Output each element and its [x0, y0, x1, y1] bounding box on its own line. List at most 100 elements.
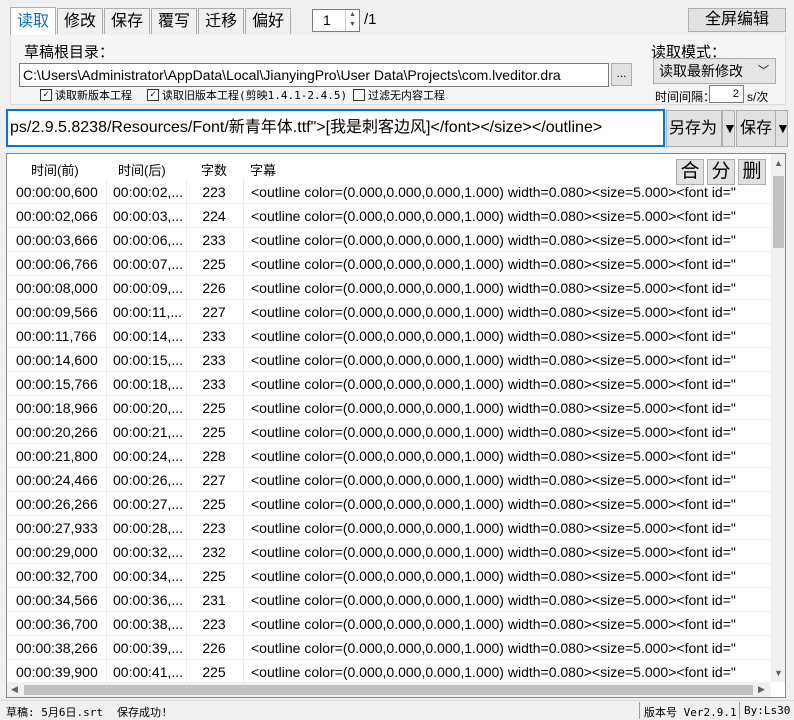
scroll-left-icon[interactable]: ◀: [11, 684, 18, 695]
save-dropdown-icon[interactable]: ▼: [775, 110, 790, 147]
cell-start-time: 00:00:29,000: [16, 544, 98, 560]
tab-read[interactable]: 读取: [10, 7, 57, 35]
delete-button[interactable]: 删: [738, 159, 766, 185]
cell-subtitle: <outline color=(0.000,0.000,0.000,1.000)…: [251, 472, 736, 488]
table-row[interactable]: 00:00:08,000 00:00:09,... 226 <outline colo…: [7, 276, 771, 300]
column-header-start[interactable]: 时间(前): [31, 160, 79, 179]
page-stepper[interactable]: 1 ▲ ▼: [312, 9, 360, 32]
status-version: 版本号 Ver2.9.1: [644, 706, 737, 719]
table-header: 时间(前) 时间(后) 字数 字幕: [7, 154, 771, 180]
cell-end-time: 00:00:24,...: [113, 448, 184, 464]
table-row[interactable]: 00:00:32,700 00:00:34,... 225 <outline colo…: [7, 564, 771, 588]
spin-down-icon[interactable]: ▼: [346, 20, 359, 30]
cell-char-count: 233: [202, 328, 226, 344]
checkbox-filter-empty-label: 过滤无内容工程: [368, 89, 445, 102]
cell-end-time: 00:00:26,...: [113, 472, 184, 488]
tab-overwrite[interactable]: 覆写: [151, 8, 198, 34]
cell-char-count: 233: [202, 352, 226, 368]
cell-subtitle: <outline color=(0.000,0.000,0.000,1.000)…: [251, 640, 736, 656]
cell-char-count: 227: [202, 472, 226, 488]
table-row[interactable]: 00:00:27,933 00:00:28,... 223 <outline colo…: [7, 516, 771, 540]
cell-end-time: 00:00:07,...: [113, 256, 184, 272]
checkbox-read-old[interactable]: ✓ 读取旧版本工程(剪映1.4.1-2.4.5): [147, 87, 347, 103]
table-row[interactable]: 00:00:39,900 00:00:41,... 225 <outline colo…: [7, 660, 771, 684]
spin-up-icon[interactable]: ▲: [346, 10, 359, 20]
cell-start-time: 00:00:32,700: [16, 568, 98, 584]
scroll-down-icon[interactable]: ▼: [774, 668, 783, 678]
table-row[interactable]: 00:00:03,666 00:00:06,... 233 <outline colo…: [7, 228, 771, 252]
checkbox-unchecked-icon: [353, 89, 365, 101]
cell-subtitle: <outline color=(0.000,0.000,0.000,1.000)…: [251, 424, 736, 440]
fullscreen-edit-button[interactable]: 全屏编辑: [688, 8, 786, 32]
cell-subtitle: <outline color=(0.000,0.000,0.000,1.000)…: [251, 496, 736, 512]
draft-root-path-input[interactable]: C:\Users\Administrator\AppData\Local\Jia…: [19, 63, 609, 87]
save-as-dropdown-icon[interactable]: ▼: [722, 110, 737, 147]
interval-input[interactable]: 2: [709, 85, 744, 103]
column-header-end[interactable]: 时间(后): [118, 160, 166, 179]
table-row[interactable]: 00:00:36,700 00:00:38,... 223 <outline colo…: [7, 612, 771, 636]
save-as-button[interactable]: 另存为: [666, 110, 722, 147]
cell-end-time: 00:00:20,...: [113, 400, 184, 416]
cell-end-time: 00:00:27,...: [113, 496, 184, 512]
cell-subtitle: <outline color=(0.000,0.000,0.000,1.000)…: [251, 232, 736, 248]
column-header-subtitle[interactable]: 字幕: [250, 160, 276, 179]
cell-end-time: 00:00:03,...: [113, 208, 184, 224]
cell-char-count: 227: [202, 304, 226, 320]
cell-subtitle: <outline color=(0.000,0.000,0.000,1.000)…: [251, 328, 736, 344]
horizontal-scrollbar[interactable]: ◀ ▶: [7, 682, 771, 697]
scroll-right-icon[interactable]: ▶: [758, 684, 765, 695]
tab-bar: 读取 修改 保存 覆写 迁移 偏好: [10, 7, 292, 35]
cell-end-time: 00:00:28,...: [113, 520, 184, 536]
checkbox-checked-icon: ✓: [40, 89, 52, 101]
table-row[interactable]: 00:00:26,266 00:00:27,... 225 <outline colo…: [7, 492, 771, 516]
checkbox-read-new[interactable]: ✓ 读取新版本工程: [40, 87, 132, 103]
tab-migrate[interactable]: 迁移: [198, 8, 245, 34]
tab-modify[interactable]: 修改: [57, 8, 104, 34]
table-row[interactable]: 00:00:00,600 00:00:02,... 223 <outline colo…: [7, 180, 771, 204]
table-row[interactable]: 00:00:24,466 00:00:26,... 227 <outline colo…: [7, 468, 771, 492]
save-label: 保存: [740, 120, 773, 137]
tab-preferences[interactable]: 偏好: [245, 8, 292, 34]
table-row[interactable]: 00:00:18,966 00:00:20,... 225 <outline colo…: [7, 396, 771, 420]
cell-char-count: 225: [202, 496, 226, 512]
cell-start-time: 00:00:14,600: [16, 352, 98, 368]
table-row[interactable]: 00:00:20,266 00:00:21,... 225 <outline colo…: [7, 420, 771, 444]
table-row[interactable]: 00:00:34,566 00:00:36,... 231 <outline colo…: [7, 588, 771, 612]
cell-end-time: 00:00:15,...: [113, 352, 184, 368]
cell-start-time: 00:00:15,766: [16, 376, 98, 392]
vertical-scrollbar[interactable]: ▲ ▼: [771, 154, 785, 682]
cell-char-count: 223: [202, 520, 226, 536]
table-row[interactable]: 00:00:02,066 00:00:03,... 224 <outline colo…: [7, 204, 771, 228]
table-row[interactable]: 00:00:14,600 00:00:15,... 233 <outline colo…: [7, 348, 771, 372]
subtitle-edit-input[interactable]: ps/2.9.5.8238/Resources/Font/新青年体.ttf">[…: [6, 109, 665, 147]
scroll-up-icon[interactable]: ▲: [774, 158, 783, 168]
horizontal-scroll-thumb[interactable]: [24, 685, 753, 695]
table-row[interactable]: 00:00:06,766 00:00:07,... 225 <outline colo…: [7, 252, 771, 276]
cell-start-time: 00:00:18,966: [16, 400, 98, 416]
interval-label: 时间间隔：: [655, 90, 716, 104]
table-row[interactable]: 00:00:38,266 00:00:39,... 226 <outline colo…: [7, 636, 771, 660]
table-row[interactable]: 00:00:21,800 00:00:24,... 228 <outline colo…: [7, 444, 771, 468]
cell-char-count: 225: [202, 400, 226, 416]
browse-button[interactable]: ...: [611, 63, 632, 86]
table-row[interactable]: 00:00:29,000 00:00:32,... 232 <outline colo…: [7, 540, 771, 564]
cell-start-time: 00:00:36,700: [16, 616, 98, 632]
table-row[interactable]: 00:00:15,766 00:00:18,... 233 <outline colo…: [7, 372, 771, 396]
cell-start-time: 00:00:08,000: [16, 280, 98, 296]
cell-subtitle: <outline color=(0.000,0.000,0.000,1.000)…: [251, 592, 736, 608]
checkbox-filter-empty[interactable]: 过滤无内容工程: [353, 87, 445, 103]
column-header-count[interactable]: 字数: [201, 160, 227, 179]
cell-char-count: 233: [202, 376, 226, 392]
split-button[interactable]: 分: [707, 159, 735, 185]
table-row[interactable]: 00:00:11,766 00:00:14,... 233 <outline colo…: [7, 324, 771, 348]
table-row[interactable]: 00:00:09,566 00:00:11,... 227 <outline colo…: [7, 300, 771, 324]
vertical-scroll-thumb[interactable]: [773, 176, 784, 248]
cell-end-time: 00:00:36,...: [113, 592, 184, 608]
read-mode-select[interactable]: 读取最新修改 ﹀: [653, 58, 776, 84]
tab-save[interactable]: 保存: [104, 8, 151, 34]
cell-start-time: 00:00:06,766: [16, 256, 98, 272]
merge-button[interactable]: 合: [676, 159, 704, 185]
cell-subtitle: <outline color=(0.000,0.000,0.000,1.000)…: [251, 568, 736, 584]
cell-end-time: 00:00:18,...: [113, 376, 184, 392]
cell-start-time: 00:00:11,766: [16, 328, 97, 344]
